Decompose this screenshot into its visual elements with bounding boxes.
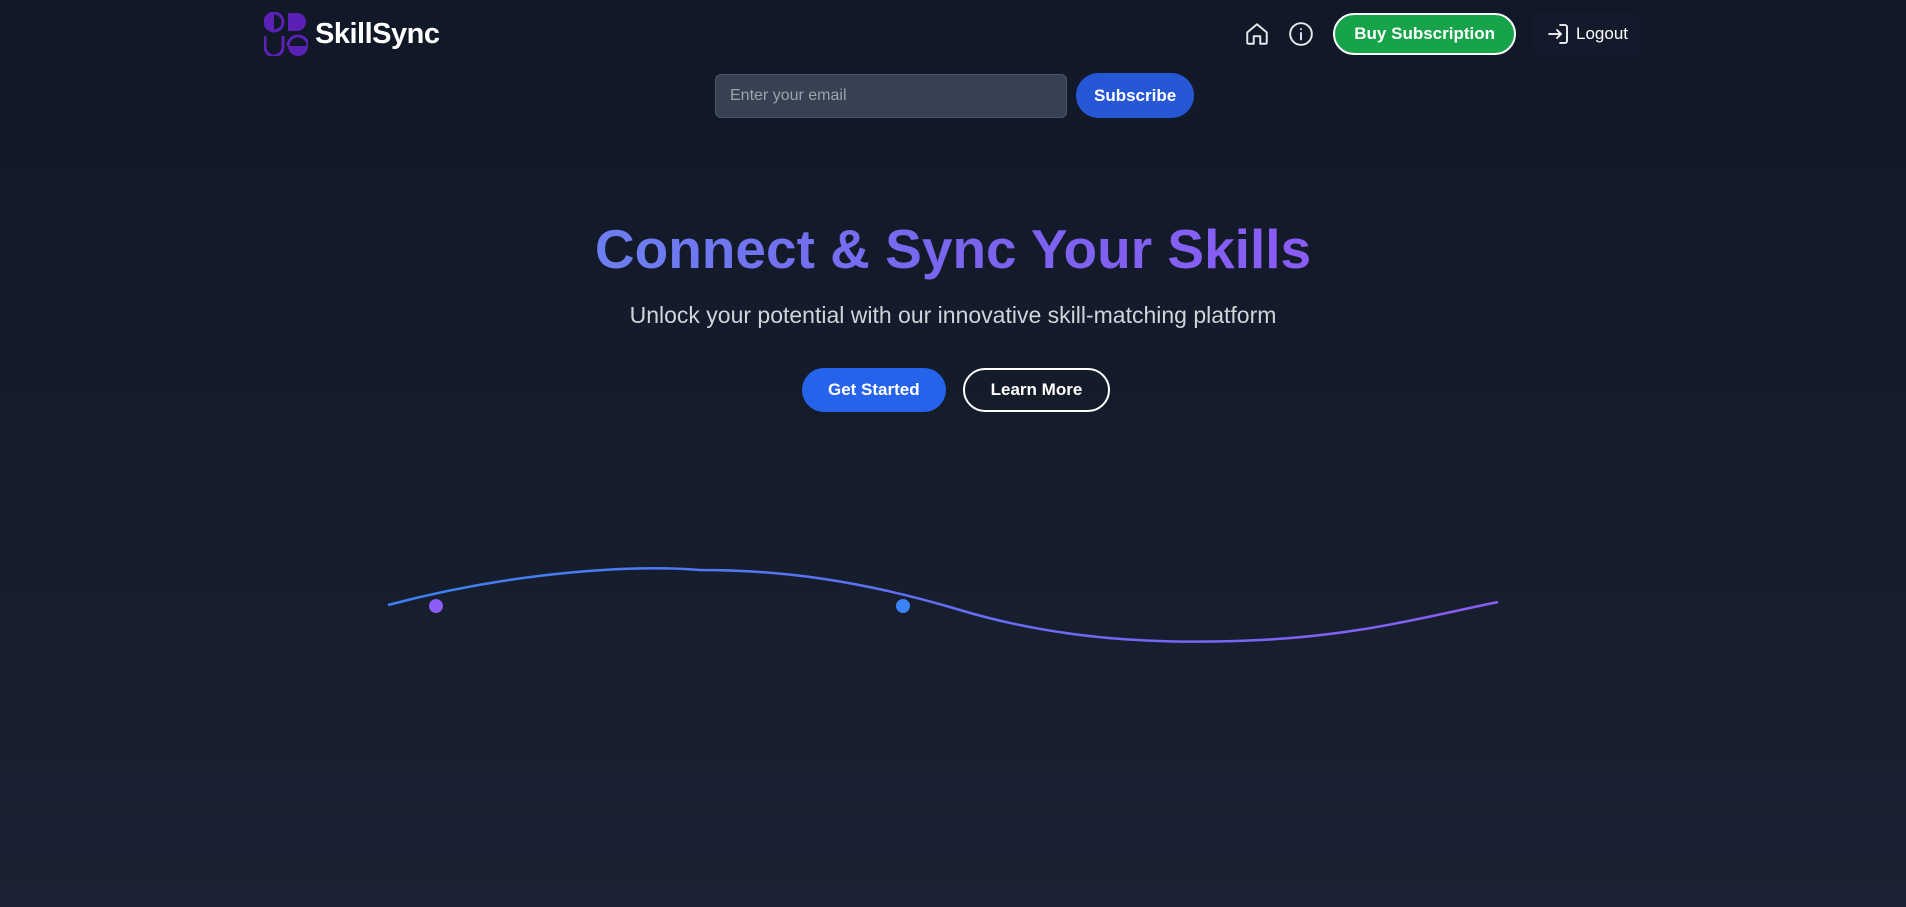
logout-label: Logout xyxy=(1576,24,1628,43)
decorative-wave xyxy=(387,567,1499,643)
subscribe-form: Subscribe xyxy=(715,73,1195,118)
login-arrow-icon xyxy=(1548,24,1568,44)
home-button[interactable] xyxy=(1239,16,1275,52)
nav-actions: Buy Subscription Logout xyxy=(1239,10,1642,58)
buy-subscription-button[interactable]: Buy Subscription xyxy=(1333,13,1516,55)
hero-actions: Get Started Learn More xyxy=(802,368,1111,412)
hero-title-text: Connect & Sync Your Skills xyxy=(594,218,1312,280)
info-icon xyxy=(1289,22,1314,46)
subscribe-button[interactable]: Subscribe xyxy=(1076,73,1195,118)
email-input[interactable] xyxy=(715,73,1067,118)
learn-more-button[interactable]: Learn More xyxy=(962,368,1111,412)
wave-line xyxy=(387,567,1499,643)
skillsync-logo-icon xyxy=(264,12,308,56)
top-navbar: SkillSync Buy Subscription Logout xyxy=(0,0,1906,68)
brand[interactable]: SkillSync xyxy=(264,12,440,56)
wave-dot-blue xyxy=(896,599,910,613)
hero-title: Connect & Sync Your Skills xyxy=(0,214,1906,284)
get-started-button[interactable]: Get Started xyxy=(802,368,946,412)
home-icon xyxy=(1246,23,1268,45)
info-button[interactable] xyxy=(1283,16,1319,52)
logout-button[interactable]: Logout xyxy=(1532,13,1642,55)
wave-dot-purple xyxy=(429,599,443,613)
brand-name: SkillSync xyxy=(315,17,440,50)
hero-subtitle: Unlock your potential with our innovativ… xyxy=(629,302,1277,328)
